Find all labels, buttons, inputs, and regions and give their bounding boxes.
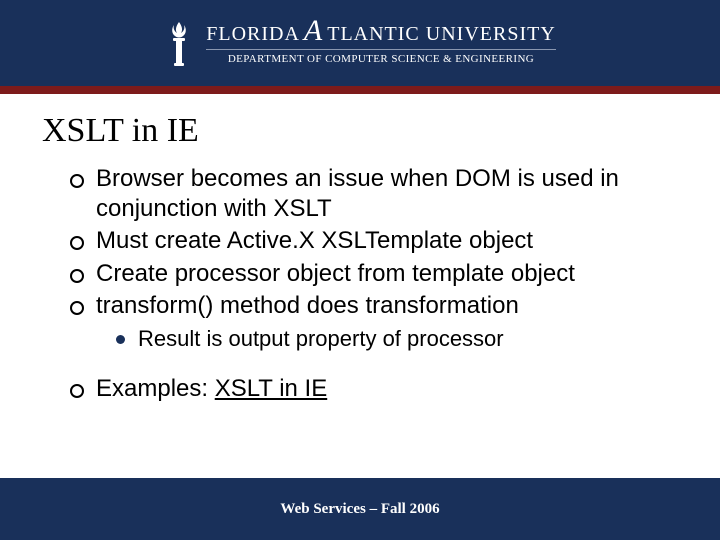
slide-title: XSLT in IE — [42, 112, 720, 150]
list-item: Examples: XSLT in IE — [70, 374, 690, 404]
bullet-list: Examples: XSLT in IE — [70, 374, 690, 404]
footer-text: Web Services – Fall 2006 — [280, 501, 439, 518]
slide-content: Browser becomes an issue when DOM is use… — [70, 164, 690, 404]
divider — [206, 49, 556, 50]
department-name: DEPARTMENT OF COMPUTER SCIENCE & ENGINEE… — [206, 53, 556, 65]
logo-text: FLORIDA A TLANTIC UNIVERSITY DEPARTMENT … — [206, 22, 556, 65]
university-name-initial: A — [304, 22, 323, 40]
slide-footer: Web Services – Fall 2006 — [0, 478, 720, 540]
examples-label: Examples: — [96, 375, 215, 402]
slide-header: FLORIDA A TLANTIC UNIVERSITY DEPARTMENT … — [0, 0, 720, 86]
list-item: Must create Active.X XSLTemplate object — [70, 226, 690, 256]
bullet-list: Browser becomes an issue when DOM is use… — [70, 164, 690, 321]
examples-link[interactable]: XSLT in IE — [215, 375, 328, 402]
university-name-last: TLANTIC UNIVERSITY — [327, 23, 556, 46]
list-item: Browser becomes an issue when DOM is use… — [70, 164, 690, 224]
university-name: FLORIDA A TLANTIC UNIVERSITY — [206, 22, 556, 46]
torch-icon — [164, 20, 194, 66]
list-item: transform() method does transformation — [70, 291, 690, 321]
accent-bar — [0, 86, 720, 94]
university-name-first: FLORIDA — [206, 23, 300, 46]
list-item: Result is output property of processor — [116, 325, 690, 354]
sub-bullet-list: Result is output property of processor — [116, 325, 690, 354]
list-item: Create processor object from template ob… — [70, 259, 690, 289]
logo-block: FLORIDA A TLANTIC UNIVERSITY DEPARTMENT … — [164, 20, 556, 66]
